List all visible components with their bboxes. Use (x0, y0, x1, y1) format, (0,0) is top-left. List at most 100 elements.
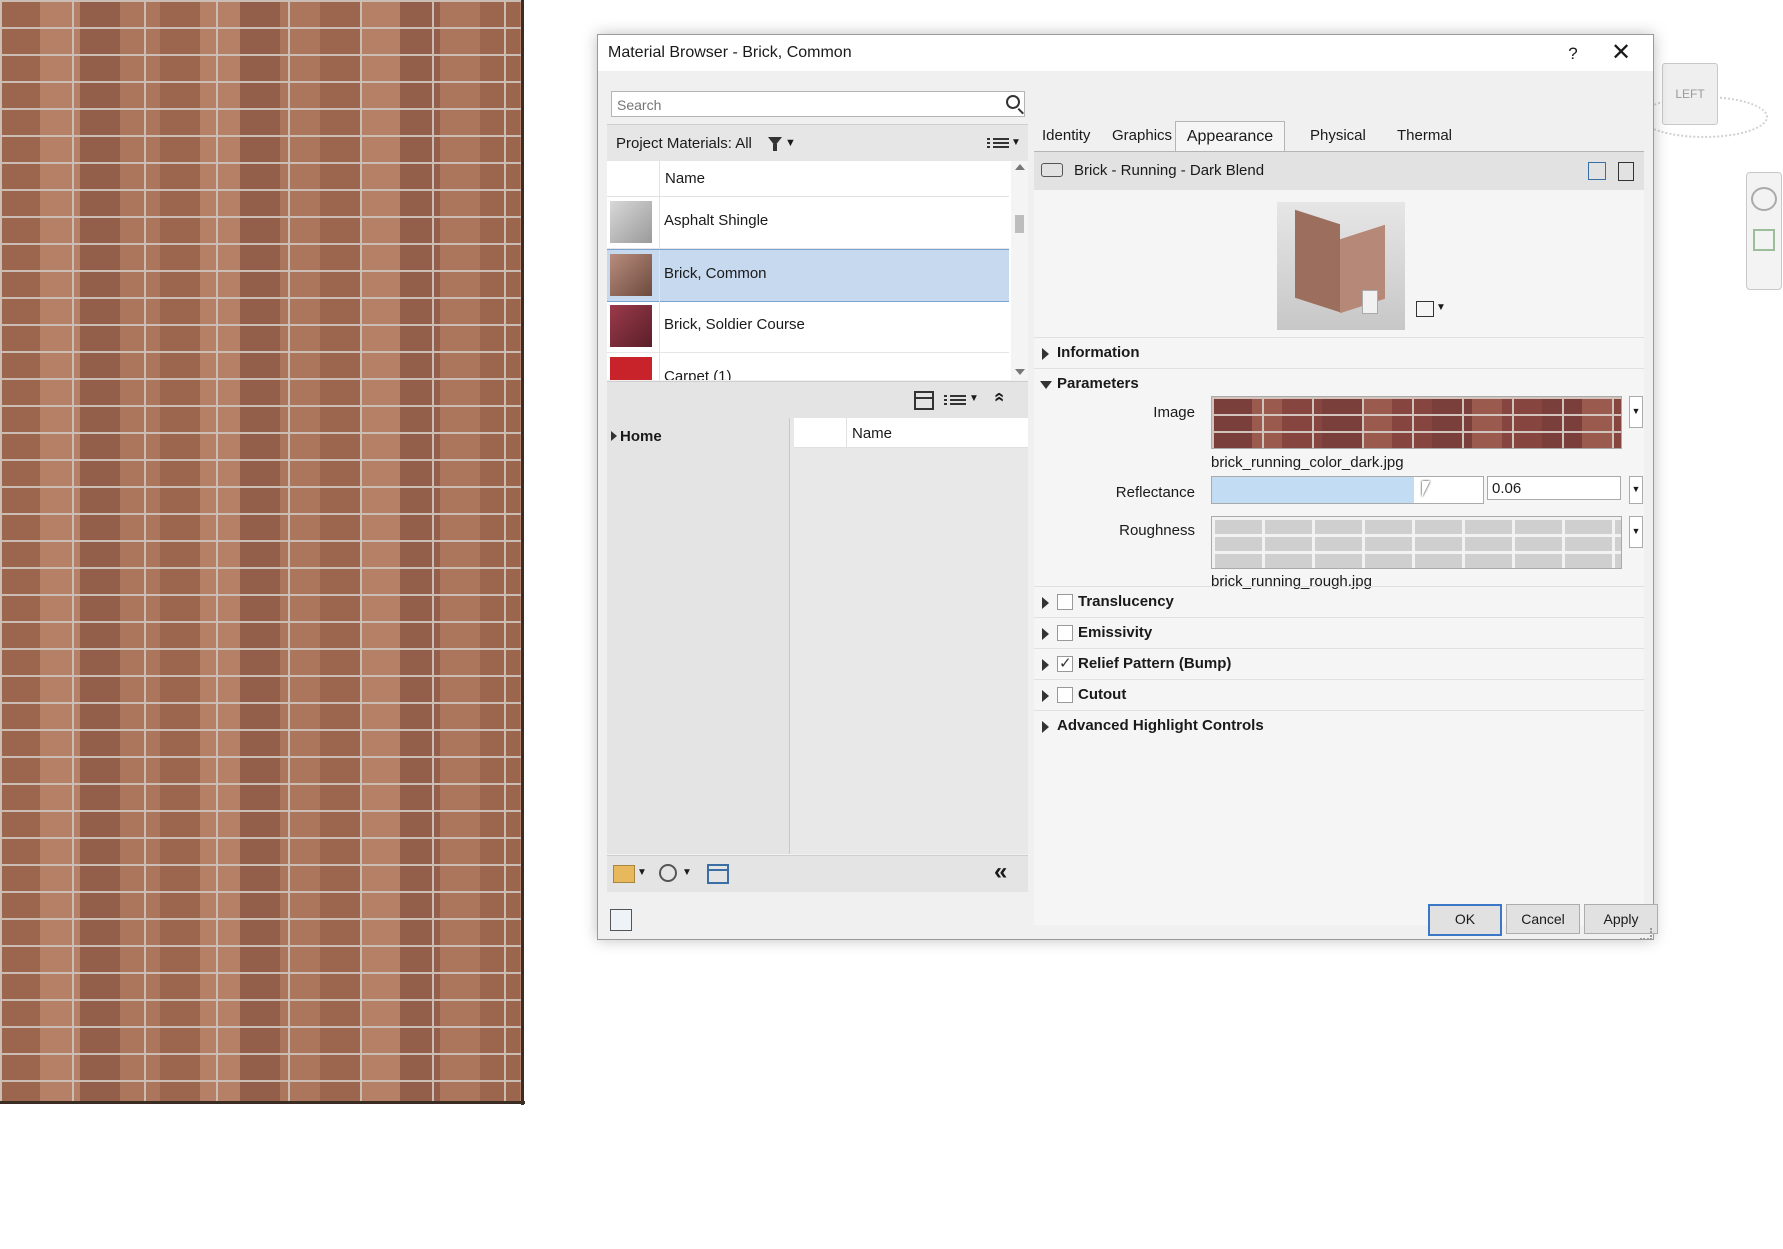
relief-checkbox[interactable] (1057, 654, 1073, 672)
name-column-header[interactable]: Name (852, 425, 892, 442)
tab-physical[interactable]: Physical (1310, 127, 1366, 144)
image-swatch[interactable] (1211, 396, 1622, 449)
dialog-title: Material Browser - Brick, Common (608, 44, 852, 61)
expand-arrow-icon[interactable] (1042, 721, 1049, 733)
list-item[interactable]: Asphalt Shingle (607, 197, 1009, 249)
asset-editor-icon[interactable] (610, 909, 632, 931)
globe-icon[interactable] (659, 864, 677, 882)
section-relief-pattern[interactable]: Relief Pattern (Bump) (1034, 648, 1644, 679)
section-advanced-highlight[interactable]: Advanced Highlight Controls (1034, 710, 1644, 741)
section-emissivity[interactable]: Emissivity (1034, 617, 1644, 648)
zoom-icon[interactable] (1753, 229, 1775, 251)
library-content: Name (790, 418, 1028, 854)
hide-library-icon[interactable]: « (994, 860, 1007, 884)
browser-pane: Project Materials: All ▼ ▼ Name Asphalt … (607, 82, 1028, 925)
preview-shape-icon[interactable] (1416, 301, 1434, 317)
list-item[interactable]: Brick, Soldier Course (607, 301, 1009, 353)
tab-appearance[interactable]: Appearance (1175, 121, 1285, 153)
project-materials-label: Project Materials: All (616, 135, 752, 152)
chevron-down-icon[interactable]: ▼ (637, 867, 647, 878)
section-cutout[interactable]: Cutout (1034, 679, 1644, 710)
material-name: Carpet (1) (664, 368, 732, 380)
material-name: Brick, Common (664, 265, 767, 282)
asset-bar: Brick - Running - Dark Blend (1034, 151, 1644, 190)
resize-grip[interactable] (1640, 928, 1652, 940)
navigation-bar[interactable] (1746, 172, 1782, 290)
thumbnail-column (607, 161, 660, 196)
collapse-library-icon[interactable]: « (990, 392, 1010, 402)
scroll-thumb[interactable] (1015, 215, 1024, 233)
list-view-icon[interactable] (987, 136, 1009, 152)
tab-graphics[interactable]: Graphics (1112, 127, 1172, 144)
chevron-down-icon[interactable]: ▼ (682, 867, 692, 878)
section-label: Relief Pattern (Bump) (1078, 655, 1232, 672)
expand-arrow-icon[interactable] (611, 431, 617, 441)
chevron-down-icon[interactable]: ▼ (1011, 137, 1021, 148)
ok-button[interactable]: OK (1428, 904, 1502, 936)
mouse-cursor-icon (1422, 481, 1438, 497)
roughness-swatch[interactable] (1211, 516, 1622, 569)
expand-arrow-icon[interactable] (1042, 628, 1049, 640)
panel-toggle-icon[interactable] (914, 391, 934, 410)
close-button[interactable]: ✕ (1604, 39, 1638, 67)
name-column-header[interactable]: Name (665, 170, 705, 187)
expand-arrow-icon[interactable] (1042, 597, 1049, 609)
search-icon[interactable] (1006, 95, 1020, 109)
cancel-button[interactable]: Cancel (1506, 904, 1580, 934)
search-box[interactable] (611, 91, 1025, 118)
chevron-down-icon[interactable]: ▼ (1629, 516, 1643, 548)
collapse-arrow-icon[interactable] (1040, 381, 1052, 389)
expand-arrow-icon[interactable] (1042, 659, 1049, 671)
scroll-down-icon[interactable] (1015, 369, 1025, 375)
folder-icon[interactable] (613, 865, 635, 883)
title-bar[interactable]: Material Browser - Brick, Common ? ✕ (598, 35, 1653, 71)
brick-wall-face (0, 0, 523, 1103)
list-item[interactable]: Carpet (1) (607, 353, 1009, 380)
wall-bottom-line (0, 1101, 525, 1104)
reflectance-input[interactable]: 0.06 (1487, 476, 1621, 500)
asset-name: Brick - Running - Dark Blend (1074, 162, 1265, 179)
asset-browser-icon[interactable] (707, 864, 729, 884)
chevron-down-icon[interactable]: ▼ (969, 393, 979, 404)
list-item[interactable]: Brick, Common (607, 249, 1009, 302)
search-input[interactable] (612, 92, 992, 118)
list-view-icon[interactable] (944, 393, 966, 409)
image-label: Image (1153, 404, 1195, 421)
chevron-down-icon[interactable]: ▼ (1629, 476, 1643, 504)
help-button[interactable]: ? (1558, 41, 1588, 67)
tree-item-home[interactable]: Home (611, 428, 662, 445)
section-translucency[interactable]: Translucency (1034, 586, 1644, 617)
emissivity-checkbox[interactable] (1057, 625, 1073, 641)
viewcube[interactable]: LEFT (1662, 63, 1718, 125)
reflectance-label: Reflectance (1115, 484, 1195, 501)
chair-icon (1362, 290, 1378, 314)
library-bottom-toolbar: ▼ ▼ « (607, 855, 1028, 892)
filter-icon[interactable] (768, 137, 782, 151)
roughness-label: Roughness (1119, 522, 1195, 539)
cutout-checkbox[interactable] (1057, 687, 1073, 703)
library-list-header: Name (794, 418, 1028, 448)
reflectance-slider[interactable] (1211, 476, 1484, 504)
scroll-up-icon[interactable] (1015, 164, 1025, 170)
section-information[interactable]: Information (1034, 337, 1644, 368)
tab-identity[interactable]: Identity (1042, 127, 1090, 144)
chevron-down-icon[interactable]: ▼ (785, 137, 796, 149)
translucency-checkbox[interactable] (1057, 594, 1073, 610)
project-materials-bar: Project Materials: All ▼ ▼ (607, 124, 1028, 162)
chevron-down-icon[interactable]: ▼ (1436, 302, 1446, 313)
asphalt-shingle-thumbnail (610, 201, 652, 243)
material-list-scrollbar[interactable] (1011, 161, 1028, 380)
section-label: Parameters (1057, 375, 1139, 392)
steering-wheel-icon[interactable] (1751, 187, 1777, 211)
material-list: Name Asphalt Shingle Brick, Common Brick… (607, 161, 1028, 380)
expand-arrow-icon[interactable] (1042, 690, 1049, 702)
image-file-name[interactable]: brick_running_color_dark.jpg (1211, 454, 1404, 471)
expand-arrow-icon[interactable] (1042, 348, 1049, 360)
wall-edge-line (521, 0, 524, 1105)
editor-tabs: Identity Graphics Appearance Physical Th… (1034, 118, 1644, 153)
duplicate-asset-icon[interactable] (1618, 162, 1634, 181)
tab-thermal[interactable]: Thermal (1397, 127, 1452, 144)
chevron-down-icon[interactable]: ▼ (1629, 396, 1643, 428)
section-parameters[interactable]: Parameters (1034, 368, 1644, 399)
replace-asset-icon[interactable] (1588, 162, 1606, 180)
